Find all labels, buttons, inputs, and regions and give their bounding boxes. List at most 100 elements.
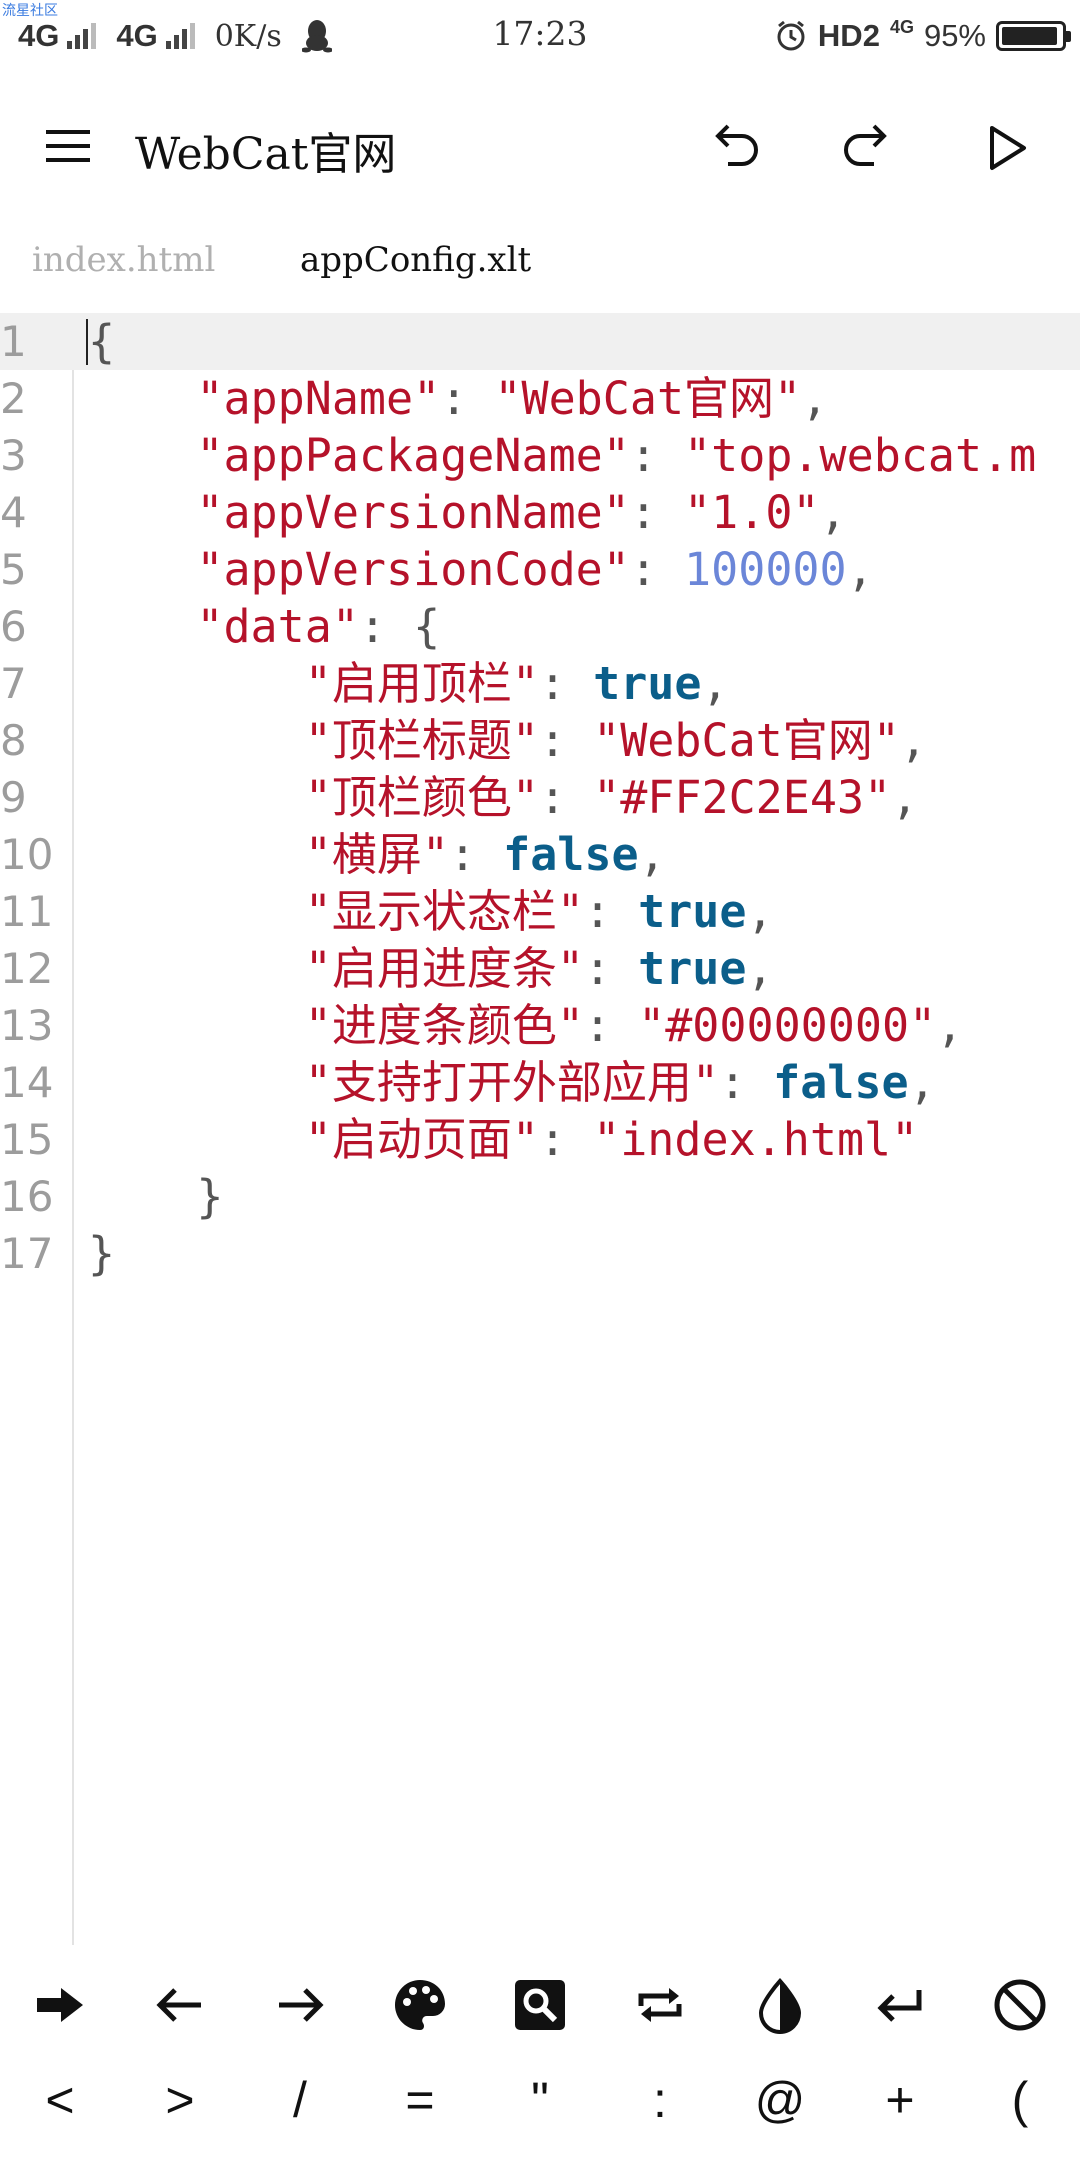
line-number: 8 xyxy=(0,716,27,765)
key-less-than[interactable]: < xyxy=(5,2055,115,2145)
code-token: , xyxy=(746,885,774,938)
key-colon[interactable]: : xyxy=(605,2055,715,2145)
line-number: 3 xyxy=(0,431,27,480)
cursor-left-key[interactable] xyxy=(125,1960,235,2050)
code-line[interactable]: 7 "启用顶栏": true, xyxy=(0,655,1080,712)
tab-appconfig-xlt[interactable]: appConfig.xlt xyxy=(300,240,531,280)
code-text: "支持打开外部应用": false, xyxy=(88,1054,936,1111)
cursor-right-key[interactable] xyxy=(245,1960,355,2050)
code-line[interactable]: 13 "进度条颜色": "#00000000", xyxy=(0,997,1080,1054)
code-line[interactable]: 17} xyxy=(0,1225,1080,1282)
code-token: , xyxy=(819,486,847,539)
code-token: "appVersionName" xyxy=(196,486,630,539)
code-line[interactable]: 5 "appVersionCode": 100000, xyxy=(0,541,1080,598)
code-token: , xyxy=(891,771,919,824)
code-line[interactable]: 10 "横屏": false, xyxy=(0,826,1080,883)
code-token: , xyxy=(936,999,964,1052)
code-editor[interactable]: 1{2 "appName": "WebCat官网", 3 "appPackageN… xyxy=(0,313,1080,1945)
symbol-key-bar: < > / = " : @ + ( xyxy=(0,1945,1080,2160)
color-picker-key[interactable] xyxy=(365,1960,475,2050)
code-token: , xyxy=(746,942,774,995)
line-number: 7 xyxy=(0,659,27,708)
code-text: "顶栏颜色": "#FF2C2E43", xyxy=(88,769,918,826)
search-key[interactable] xyxy=(485,1960,595,2050)
code-token: , xyxy=(701,657,729,710)
code-token: false xyxy=(773,1056,909,1109)
code-text: } xyxy=(88,1168,223,1225)
code-line[interactable]: 1{ xyxy=(0,313,1080,370)
line-number: 11 xyxy=(0,887,54,936)
code-token: , xyxy=(908,1056,936,1109)
code-token: "启用进度条" xyxy=(304,942,584,995)
key-equals[interactable]: = xyxy=(365,2055,475,2145)
code-token: : xyxy=(583,999,639,1052)
code-token: : xyxy=(629,543,685,596)
code-token: , xyxy=(846,543,874,596)
key-open-paren[interactable]: ( xyxy=(965,2055,1075,2145)
key-at[interactable]: @ xyxy=(725,2055,835,2145)
code-token: : xyxy=(538,771,594,824)
code-text: "data": { xyxy=(88,598,440,655)
line-number: 10 xyxy=(0,830,54,879)
code-line[interactable]: 11 "显示状态栏": true, xyxy=(0,883,1080,940)
code-token: : xyxy=(448,828,504,881)
redo-button[interactable] xyxy=(832,112,904,184)
code-text: "appName": "WebCat官网", xyxy=(88,370,828,427)
code-token: "top.webcat.m xyxy=(684,429,1037,482)
undo-icon xyxy=(715,124,758,166)
code-token: "index.html" xyxy=(593,1113,919,1166)
line-number: 5 xyxy=(0,545,27,594)
code-token: } xyxy=(88,1227,116,1280)
code-text: "进度条颜色": "#00000000", xyxy=(88,997,963,1054)
key-greater-than[interactable]: > xyxy=(125,2055,235,2145)
key-quote[interactable]: " xyxy=(485,2055,595,2145)
key-row-2: < > / = " : @ + ( xyxy=(0,2055,1080,2145)
code-token: "进度条颜色" xyxy=(304,999,584,1052)
code-token: : xyxy=(718,1056,774,1109)
code-line[interactable]: 6 "data": { xyxy=(0,598,1080,655)
code-line[interactable]: 9 "顶栏颜色": "#FF2C2E43", xyxy=(0,769,1080,826)
code-token: "顶栏颜色" xyxy=(304,771,539,824)
key-plus[interactable]: + xyxy=(845,2055,955,2145)
code-text: "启动页面": "index.html" xyxy=(88,1111,918,1168)
code-line[interactable]: 15 "启动页面": "index.html" xyxy=(0,1111,1080,1168)
enter-key[interactable] xyxy=(845,1960,955,2050)
tab-key[interactable] xyxy=(5,1960,115,2050)
code-text: "appVersionCode": 100000, xyxy=(88,541,874,598)
code-token: "appPackageName" xyxy=(196,429,630,482)
key-slash[interactable]: / xyxy=(245,2055,355,2145)
code-token: : xyxy=(538,1113,594,1166)
enter-icon xyxy=(877,1990,922,2022)
code-line[interactable]: 4 "appVersionName": "1.0", xyxy=(0,484,1080,541)
code-token: "data" xyxy=(196,600,359,653)
code-token: true xyxy=(638,942,747,995)
code-token: "支持打开外部应用" xyxy=(304,1056,719,1109)
code-line[interactable]: 12 "启用进度条": true, xyxy=(0,940,1080,997)
contrast-icon xyxy=(758,1978,802,2034)
code-token: : xyxy=(583,942,639,995)
code-token: "启用顶栏" xyxy=(304,657,539,710)
code-text: } xyxy=(88,1225,115,1282)
code-token: "appVersionCode" xyxy=(196,543,630,596)
code-text: "appVersionName": "1.0", xyxy=(88,484,847,541)
code-line[interactable]: 16 } xyxy=(0,1168,1080,1225)
code-token: , xyxy=(801,372,829,425)
run-button[interactable] xyxy=(970,112,1042,184)
code-line[interactable]: 8 "顶栏标题": "WebCat官网", xyxy=(0,712,1080,769)
tab-index-html[interactable]: index.html xyxy=(32,240,215,280)
line-number: 17 xyxy=(0,1229,54,1278)
replace-key[interactable] xyxy=(605,1960,715,2050)
code-line[interactable]: 3 "appPackageName": "top.webcat.m xyxy=(0,427,1080,484)
code-token: false xyxy=(503,828,639,881)
code-line[interactable]: 2 "appName": "WebCat官网", xyxy=(0,370,1080,427)
undo-button[interactable] xyxy=(698,112,770,184)
menu-button[interactable] xyxy=(36,114,100,178)
code-line[interactable]: 14 "支持打开外部应用": false, xyxy=(0,1054,1080,1111)
cancel-key[interactable] xyxy=(965,1960,1075,2050)
theme-key[interactable] xyxy=(725,1960,835,2050)
code-token: : xyxy=(583,885,639,938)
code-text: "appPackageName": "top.webcat.m xyxy=(88,427,1036,484)
code-token: "1.0" xyxy=(684,486,820,539)
text-cursor xyxy=(86,319,88,365)
menu-icon xyxy=(46,130,90,134)
